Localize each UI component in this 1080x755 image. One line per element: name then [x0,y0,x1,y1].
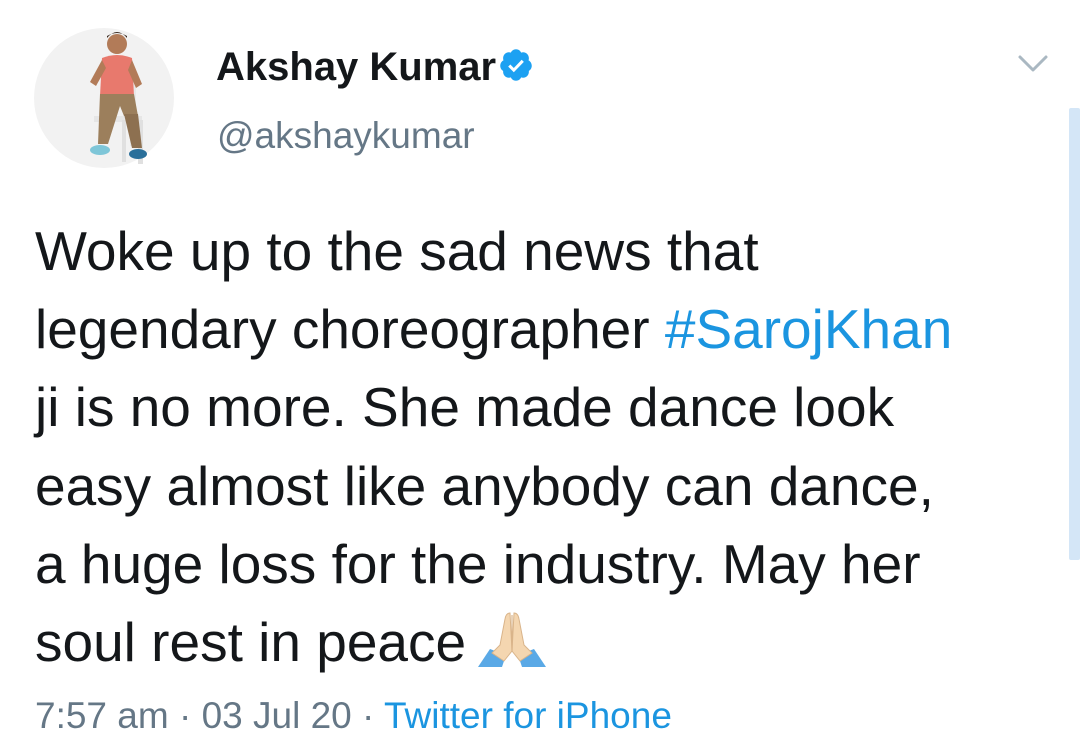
profile-avatar[interactable] [34,24,174,172]
tweet-line: a huge loss for the industry. May her [35,532,921,595]
hashtag-link[interactable]: #SarojKhan [665,298,952,360]
tweet-line-text: legendary choreographer [35,298,665,361]
tweet-line: legendary choreographer #SarojKhan [35,290,1065,368]
tweet-time[interactable]: 7:57 am [35,695,169,736]
folded-hands-icon [478,612,547,668]
tweet-meta: 7:57 am · 03 Jul 20 · Twitter for iPhone [35,694,672,738]
chevron-down-icon[interactable] [1014,48,1052,78]
tweet-line-text: soul rest in peace [35,611,467,674]
tweet-line: soul rest in peace [35,603,1065,681]
tweet-line: Woke up to the sad news that [35,220,759,282]
verified-badge-icon [500,49,532,81]
tweet-date[interactable]: 03 Jul 20 [202,695,352,736]
scrollbar[interactable] [1069,108,1080,560]
tweet-text: Woke up to the sad news that legendary c… [35,212,1065,681]
tweet-line: easy almost like anybody can dance, [35,454,934,517]
meta-separator: · [351,695,384,736]
author-name[interactable]: Akshay Kumar [216,44,496,90]
meta-separator: · [168,695,202,736]
tweet-card: Akshay Kumar @akshaykumar Woke up to the… [0,0,1080,755]
tweet-line: ji is no more. She made dance look [35,376,895,439]
author-handle[interactable]: @akshaykumar [217,114,475,158]
tweet-source-link[interactable]: Twitter for iPhone [384,695,672,736]
